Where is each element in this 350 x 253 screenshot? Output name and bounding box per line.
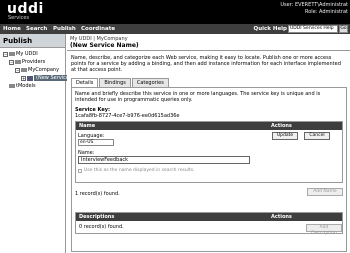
content-area: Name, describe, and categorize each Web … bbox=[67, 50, 350, 253]
quick-help-select[interactable]: UDDI Services Help bbox=[288, 25, 338, 33]
main-panel: My UDDI | MyCompany (New Service Name) N… bbox=[67, 34, 350, 253]
user-line: User: EVERETT\Administrat bbox=[280, 2, 348, 8]
role-line: Role: Administrat bbox=[304, 9, 348, 15]
descriptions-table: Descriptions Actions 0 record(s) found. … bbox=[75, 212, 343, 236]
user-info: User: EVERETT\Administrat Role: Administ… bbox=[280, 2, 348, 16]
details-panel: Name and briefly describe this service i… bbox=[71, 87, 347, 252]
menu-bar: Home Search Publish Coordinate Quick Hel… bbox=[0, 24, 350, 34]
names-table: Name Actions Language: en-US Name: Inter… bbox=[75, 121, 343, 183]
names-table-header: Name Actions bbox=[76, 122, 342, 130]
logo-subtitle: Services bbox=[8, 15, 30, 21]
desc-col-descriptions: Descriptions bbox=[79, 214, 115, 220]
desc-col-actions: Actions bbox=[271, 214, 292, 220]
menu-publish[interactable]: Publish bbox=[53, 26, 76, 32]
tree-label-service: (New Service bbox=[34, 75, 71, 81]
tab-categories[interactable]: Categories bbox=[131, 78, 169, 87]
tab-bindings[interactable]: Bindings bbox=[99, 78, 131, 87]
page-description: Name, describe, and categorize each Web … bbox=[71, 55, 341, 73]
quick-help-go-button[interactable]: Go bbox=[339, 25, 348, 33]
tree-label-company: MyCompany bbox=[28, 67, 60, 73]
tree-label-root: My UDDI bbox=[16, 51, 38, 57]
tree-node-mycompany[interactable]: − MyCompany bbox=[15, 67, 59, 73]
left-panel: Publish − My UDDI − Providers − MyCompan… bbox=[0, 34, 71, 253]
tree-label-tmodels: tModels bbox=[16, 83, 36, 89]
names-col-actions: Actions bbox=[271, 123, 292, 129]
expand-icon[interactable]: + bbox=[21, 75, 26, 81]
menu-coordinate[interactable]: Coordinate bbox=[81, 26, 115, 32]
menu-search[interactable]: Search bbox=[26, 26, 47, 32]
page-title: (New Service Name) bbox=[70, 42, 139, 49]
default-name-checkbox[interactable] bbox=[78, 168, 82, 173]
menu-home[interactable]: Home bbox=[3, 26, 21, 32]
navigation-tree: − My UDDI − Providers − MyCompany + (New… bbox=[0, 48, 71, 89]
collapse-icon[interactable]: − bbox=[9, 59, 14, 65]
descriptions-table-header: Descriptions Actions bbox=[76, 213, 342, 221]
tab-details[interactable]: Details bbox=[71, 78, 99, 87]
default-name-checkbox-row: Use this as the name displayed in search… bbox=[78, 168, 194, 173]
folder-icon bbox=[9, 84, 15, 88]
name-input[interactable]: InterviewFeedback bbox=[78, 156, 250, 164]
tree-label-providers: Providers bbox=[22, 59, 46, 65]
tree-node-new-service[interactable]: + (New Service bbox=[21, 75, 71, 81]
default-name-checkbox-label: Use this as the name displayed in search… bbox=[84, 168, 195, 173]
tree-node-providers[interactable]: − Providers bbox=[9, 59, 45, 65]
service-icon bbox=[27, 75, 33, 81]
folder-icon bbox=[15, 60, 21, 64]
folder-icon bbox=[9, 52, 15, 56]
left-panel-title: Publish bbox=[0, 34, 65, 48]
tree-node-tmodels[interactable]: tModels bbox=[9, 83, 36, 89]
tree-node-my-uddi[interactable]: − My UDDI bbox=[3, 51, 38, 57]
cancel-button[interactable]: Cancel bbox=[304, 132, 330, 140]
details-info-text: Name and briefly describe this service i… bbox=[75, 91, 321, 103]
service-key-value: 1cafa8fb-8727-4ce7-b976-ee0d615ad36e bbox=[75, 113, 180, 119]
update-button[interactable]: Update bbox=[272, 132, 298, 140]
collapse-icon[interactable]: − bbox=[3, 51, 8, 57]
tab-bar: Details Bindings Categories bbox=[71, 78, 170, 87]
add-description-button[interactable]: Add Description bbox=[306, 224, 342, 236]
folder-icon bbox=[21, 68, 27, 72]
names-col-name: Name bbox=[79, 123, 96, 129]
language-select[interactable]: en-US bbox=[78, 139, 114, 146]
names-record-count: 1 record(s) found. bbox=[75, 191, 120, 197]
add-name-button[interactable]: Add Name bbox=[307, 188, 343, 196]
descriptions-record-count: 0 record(s) found. bbox=[79, 224, 124, 230]
quick-help-label: Quick Help bbox=[253, 26, 287, 32]
collapse-icon[interactable]: − bbox=[15, 67, 20, 73]
app-header: uddi Services User: EVERETT\Administrat … bbox=[0, 0, 350, 24]
